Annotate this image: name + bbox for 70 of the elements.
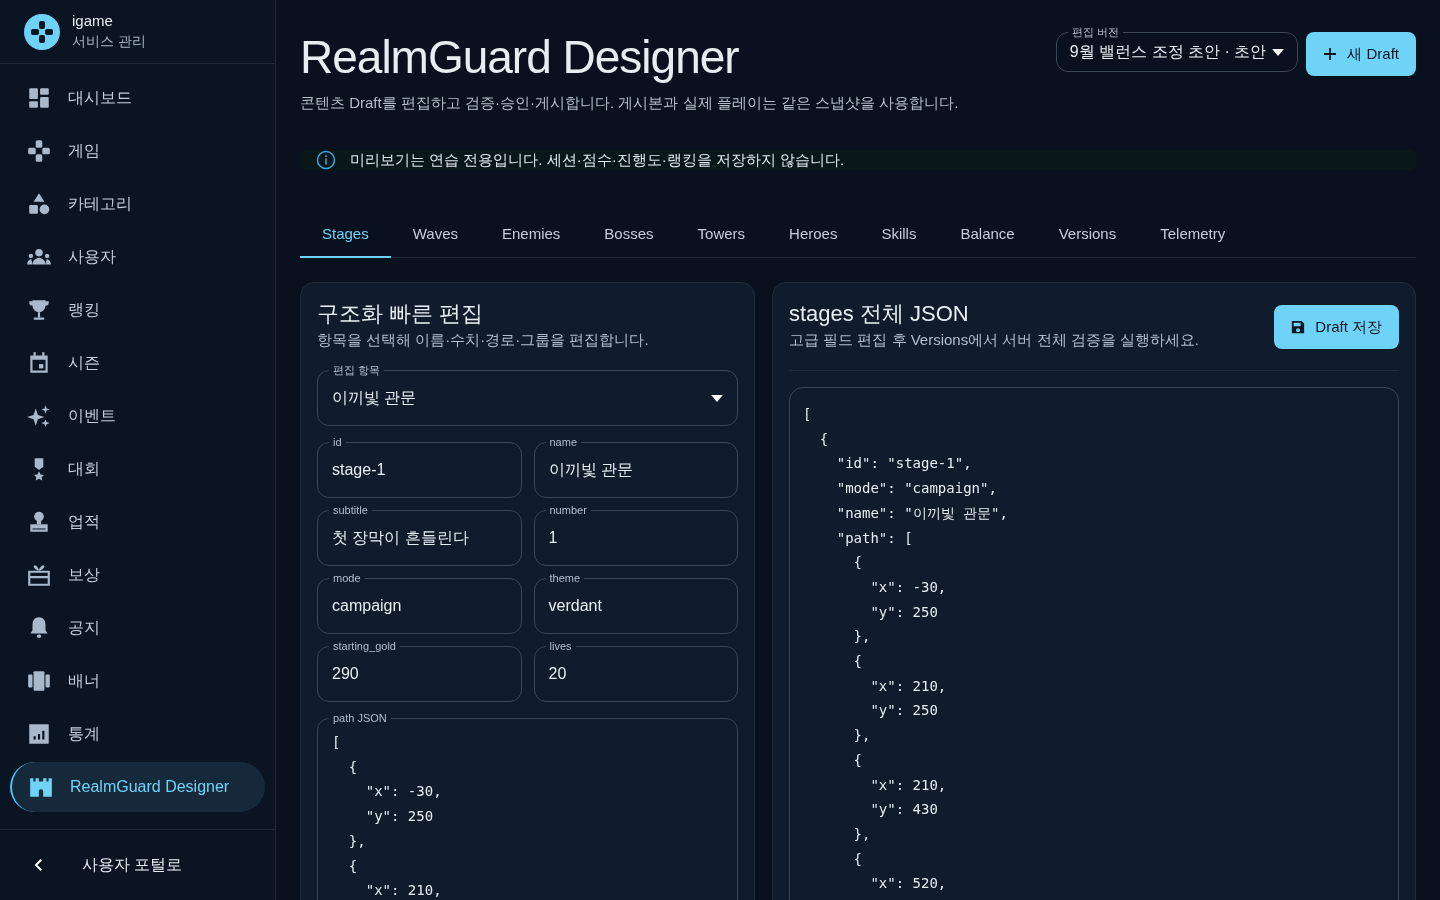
field-label: 편집 버전 <box>1067 25 1123 39</box>
text-field[interactable]: mode campaign <box>317 571 522 634</box>
text-field[interactable]: starting_gold 290 <box>317 639 522 702</box>
sidebar-item[interactable]: 시즌 <box>10 338 265 388</box>
text-field[interactable]: theme verdant <box>533 571 738 634</box>
alert-text: 미리보기는 연습 전용입니다. 세션·점수·진행도·랭킹을 저장하지 않습니다. <box>350 150 845 170</box>
field-label: mode <box>329 571 365 585</box>
sidebar-item[interactable]: 배너 <box>10 656 265 706</box>
field-label: path JSON <box>329 711 391 725</box>
card-description: 항목을 선택해 이름·수치·경로·그룹을 편집합니다. <box>317 331 650 350</box>
sidebar-item[interactable]: 사용자 <box>10 232 265 282</box>
sidebar-item[interactable]: 공지 <box>10 603 265 653</box>
sidebar-item[interactable]: RealmGuard Designer <box>10 762 265 812</box>
save-draft-button[interactable]: Draft 저장 <box>1274 305 1399 349</box>
field-label: id <box>329 435 346 449</box>
text-field[interactable]: number 1 <box>533 503 738 566</box>
text-field[interactable]: id stage-1 <box>317 435 522 498</box>
new-draft-button[interactable]: 새 Draft <box>1306 32 1416 76</box>
card-description: 고급 필드 편집 후 Versions에서 서버 전체 검증을 실행하세요. <box>789 331 1200 350</box>
sidebar-item[interactable]: 카테고리 <box>10 179 265 229</box>
tab[interactable]: Telemetry <box>1138 210 1248 258</box>
page-title: RealmGuard Designer <box>300 30 740 84</box>
sparkle-icon <box>26 403 52 429</box>
sidebar-item[interactable]: 업적 <box>10 497 265 547</box>
brand-name: igame <box>72 12 114 29</box>
plus-icon <box>1323 47 1338 61</box>
gift-icon <box>26 562 52 588</box>
tab[interactable]: Waves <box>390 210 480 258</box>
tab[interactable]: Stages <box>300 210 391 258</box>
tab[interactable]: Heroes <box>767 210 860 258</box>
json-editor[interactable]: [ { "id": "stage-1", "mode": "campaign", "name": "이끼빛 관문", "path": [ { "x": -30, "y": 250 }, { "x": 210, "y": 250 }, { "x": 210, "y": 430 }, { "x": 520, <box>789 387 1399 900</box>
card-title: stages 전체 JSON <box>789 300 970 328</box>
field-label: starting_gold <box>329 639 400 653</box>
sidebar-item[interactable]: 이벤트 <box>10 391 265 441</box>
chart-icon <box>26 721 52 747</box>
tab[interactable]: Skills <box>859 210 939 258</box>
tab[interactable]: Versions <box>1036 210 1139 258</box>
text-field[interactable]: subtitle 첫 장막이 흔들린다 <box>317 503 522 566</box>
sidebar-item[interactable]: 랭킹 <box>10 285 265 335</box>
text-field[interactable]: lives 20 <box>533 639 738 702</box>
page-description: 콘텐츠 Draft를 편집하고 검증·승인·게시합니다. 게시본과 실제 플레이는 같은 스냅샷을 사용합니다. <box>300 94 959 113</box>
carousel-icon <box>26 668 52 694</box>
sidebar-item[interactable]: 대회 <box>10 444 265 494</box>
tab[interactable]: Bosses <box>582 210 676 258</box>
gamepad-icon <box>26 138 52 164</box>
field-label: theme <box>545 571 585 585</box>
tab[interactable]: Enemies <box>480 210 583 258</box>
brand-subtitle: 서비스 관리 <box>72 33 146 51</box>
sidebar-item[interactable]: 보상 <box>10 550 265 600</box>
sidebar-item[interactable]: 게임 <box>10 126 265 176</box>
card-title: 구조화 빠른 편집 <box>317 300 485 328</box>
trophy-icon <box>26 297 52 323</box>
dashboard-icon <box>26 85 52 111</box>
version-select[interactable]: 편집 버전 9월 밸런스 조정 초안 · 초안 <box>1055 25 1299 72</box>
sidebar-item[interactable]: 대시보드 <box>10 73 265 123</box>
info-icon <box>316 150 336 170</box>
tab[interactable]: Balance <box>938 210 1037 258</box>
sidebar-item[interactable]: 통계 <box>10 709 265 759</box>
text-field[interactable]: name 이끼빛 관문 <box>533 435 738 498</box>
field-label: lives <box>545 639 576 653</box>
caret-icon <box>711 394 723 402</box>
gamepad-logo-icon <box>24 13 60 50</box>
item-select[interactable]: 편집 항목 이끼빛 관문 <box>317 363 738 426</box>
field-label: subtitle <box>329 503 372 517</box>
user-portal-link[interactable]: 사용자 포털로 <box>30 854 183 876</box>
field-label: 편집 항목 <box>329 363 385 377</box>
field-label: number <box>545 503 591 517</box>
caret-icon <box>1272 48 1285 56</box>
tab[interactable]: Towers <box>675 210 768 258</box>
shapes-icon <box>26 191 52 217</box>
